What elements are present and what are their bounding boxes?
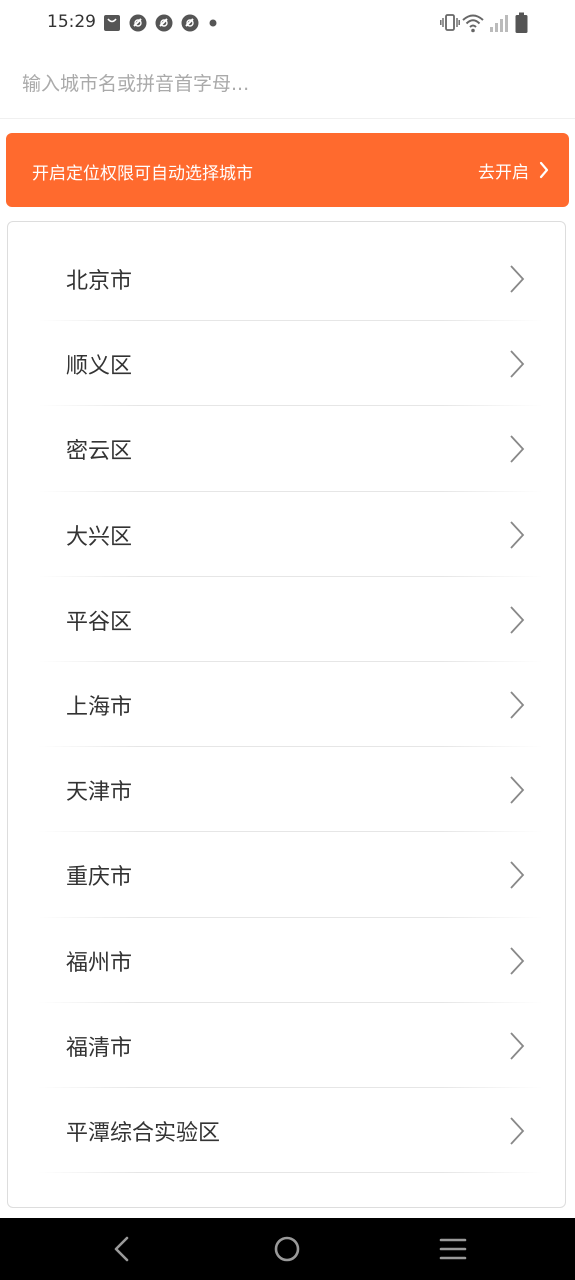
- city-list-item[interactable]: 密云区: [8, 406, 565, 492]
- back-icon[interactable]: [107, 1234, 137, 1264]
- city-name: 上海市: [66, 694, 133, 720]
- city-name: 福州市: [66, 950, 133, 976]
- shopping-bag-icon: [104, 15, 120, 31]
- city-name: 大兴区: [66, 524, 133, 550]
- enable-location-button[interactable]: 去开启: [478, 157, 549, 183]
- city-name: 重庆市: [66, 865, 133, 891]
- chevron-right-icon: [510, 1117, 525, 1145]
- city-name: 密云区: [66, 439, 133, 465]
- city-picker-screen: 15:29 输入城市名或拼音首字母... 开启定位权限可自动选择城市 去开启 北…: [0, 0, 575, 1280]
- home-icon[interactable]: [272, 1234, 302, 1264]
- city-list-card: 北京市 顺义区 密云区 大兴区 平谷区 上海市 天津市 重庆市 福州市 福清市 …: [7, 221, 566, 1208]
- vibrate-icon: [440, 14, 460, 31]
- chevron-right-icon: [510, 691, 525, 719]
- city-name: 顺义区: [66, 354, 133, 380]
- city-list-item[interactable]: 福清市: [8, 1003, 565, 1089]
- app-notification-icon: [129, 14, 147, 32]
- chevron-right-icon: [510, 435, 525, 463]
- enable-location-label: 去开启: [478, 162, 529, 183]
- location-permission-banner: 开启定位权限可自动选择城市 去开启: [6, 133, 569, 207]
- chevron-right-icon: [510, 1032, 525, 1060]
- system-navigation-bar: [0, 1218, 575, 1280]
- app-notification-icon: [155, 14, 173, 32]
- city-list-item[interactable]: 顺义区: [8, 321, 565, 407]
- cell-signal-icon: [490, 15, 508, 32]
- location-banner-message: 开启定位权限可自动选择城市: [32, 164, 253, 184]
- chevron-right-icon: [510, 606, 525, 634]
- city-list: 北京市 顺义区 密云区 大兴区 平谷区 上海市 天津市 重庆市 福州市 福清市 …: [8, 236, 565, 1174]
- city-name: 福清市: [66, 1035, 133, 1061]
- status-time: 15:29: [47, 12, 96, 32]
- chevron-right-icon: [510, 861, 525, 889]
- wifi-icon: [462, 14, 484, 33]
- chevron-right-icon: [510, 520, 525, 549]
- city-name: 平潭综合实验区: [66, 1120, 221, 1146]
- city-list-item[interactable]: 重庆市: [8, 832, 565, 918]
- chevron-right-icon: [510, 776, 525, 804]
- city-search-input[interactable]: [22, 64, 552, 104]
- city-list-item[interactable]: 平谷区: [8, 577, 565, 663]
- search-bar: [0, 50, 575, 119]
- chevron-right-icon: [539, 161, 549, 179]
- city-list-item[interactable]: 天津市: [8, 747, 565, 833]
- chevron-right-icon: [510, 946, 525, 975]
- city-name: 平谷区: [66, 609, 133, 635]
- menu-icon[interactable]: [438, 1234, 468, 1264]
- app-notification-icon: [181, 14, 199, 32]
- city-list-item[interactable]: 大兴区: [8, 492, 565, 577]
- chevron-right-icon: [510, 350, 525, 378]
- city-list-item[interactable]: 北京市: [8, 236, 565, 322]
- battery-icon: [515, 12, 528, 33]
- city-list-item[interactable]: 平潭综合实验区: [8, 1088, 565, 1174]
- status-bar: 15:29: [0, 0, 575, 48]
- city-list-item[interactable]: 上海市: [8, 662, 565, 748]
- city-list-item[interactable]: 福州市: [8, 918, 565, 1003]
- more-notifications-dot-icon: [209, 19, 217, 27]
- city-name: 北京市: [66, 269, 133, 294]
- chevron-right-icon: [510, 265, 525, 293]
- city-name: 天津市: [66, 780, 133, 806]
